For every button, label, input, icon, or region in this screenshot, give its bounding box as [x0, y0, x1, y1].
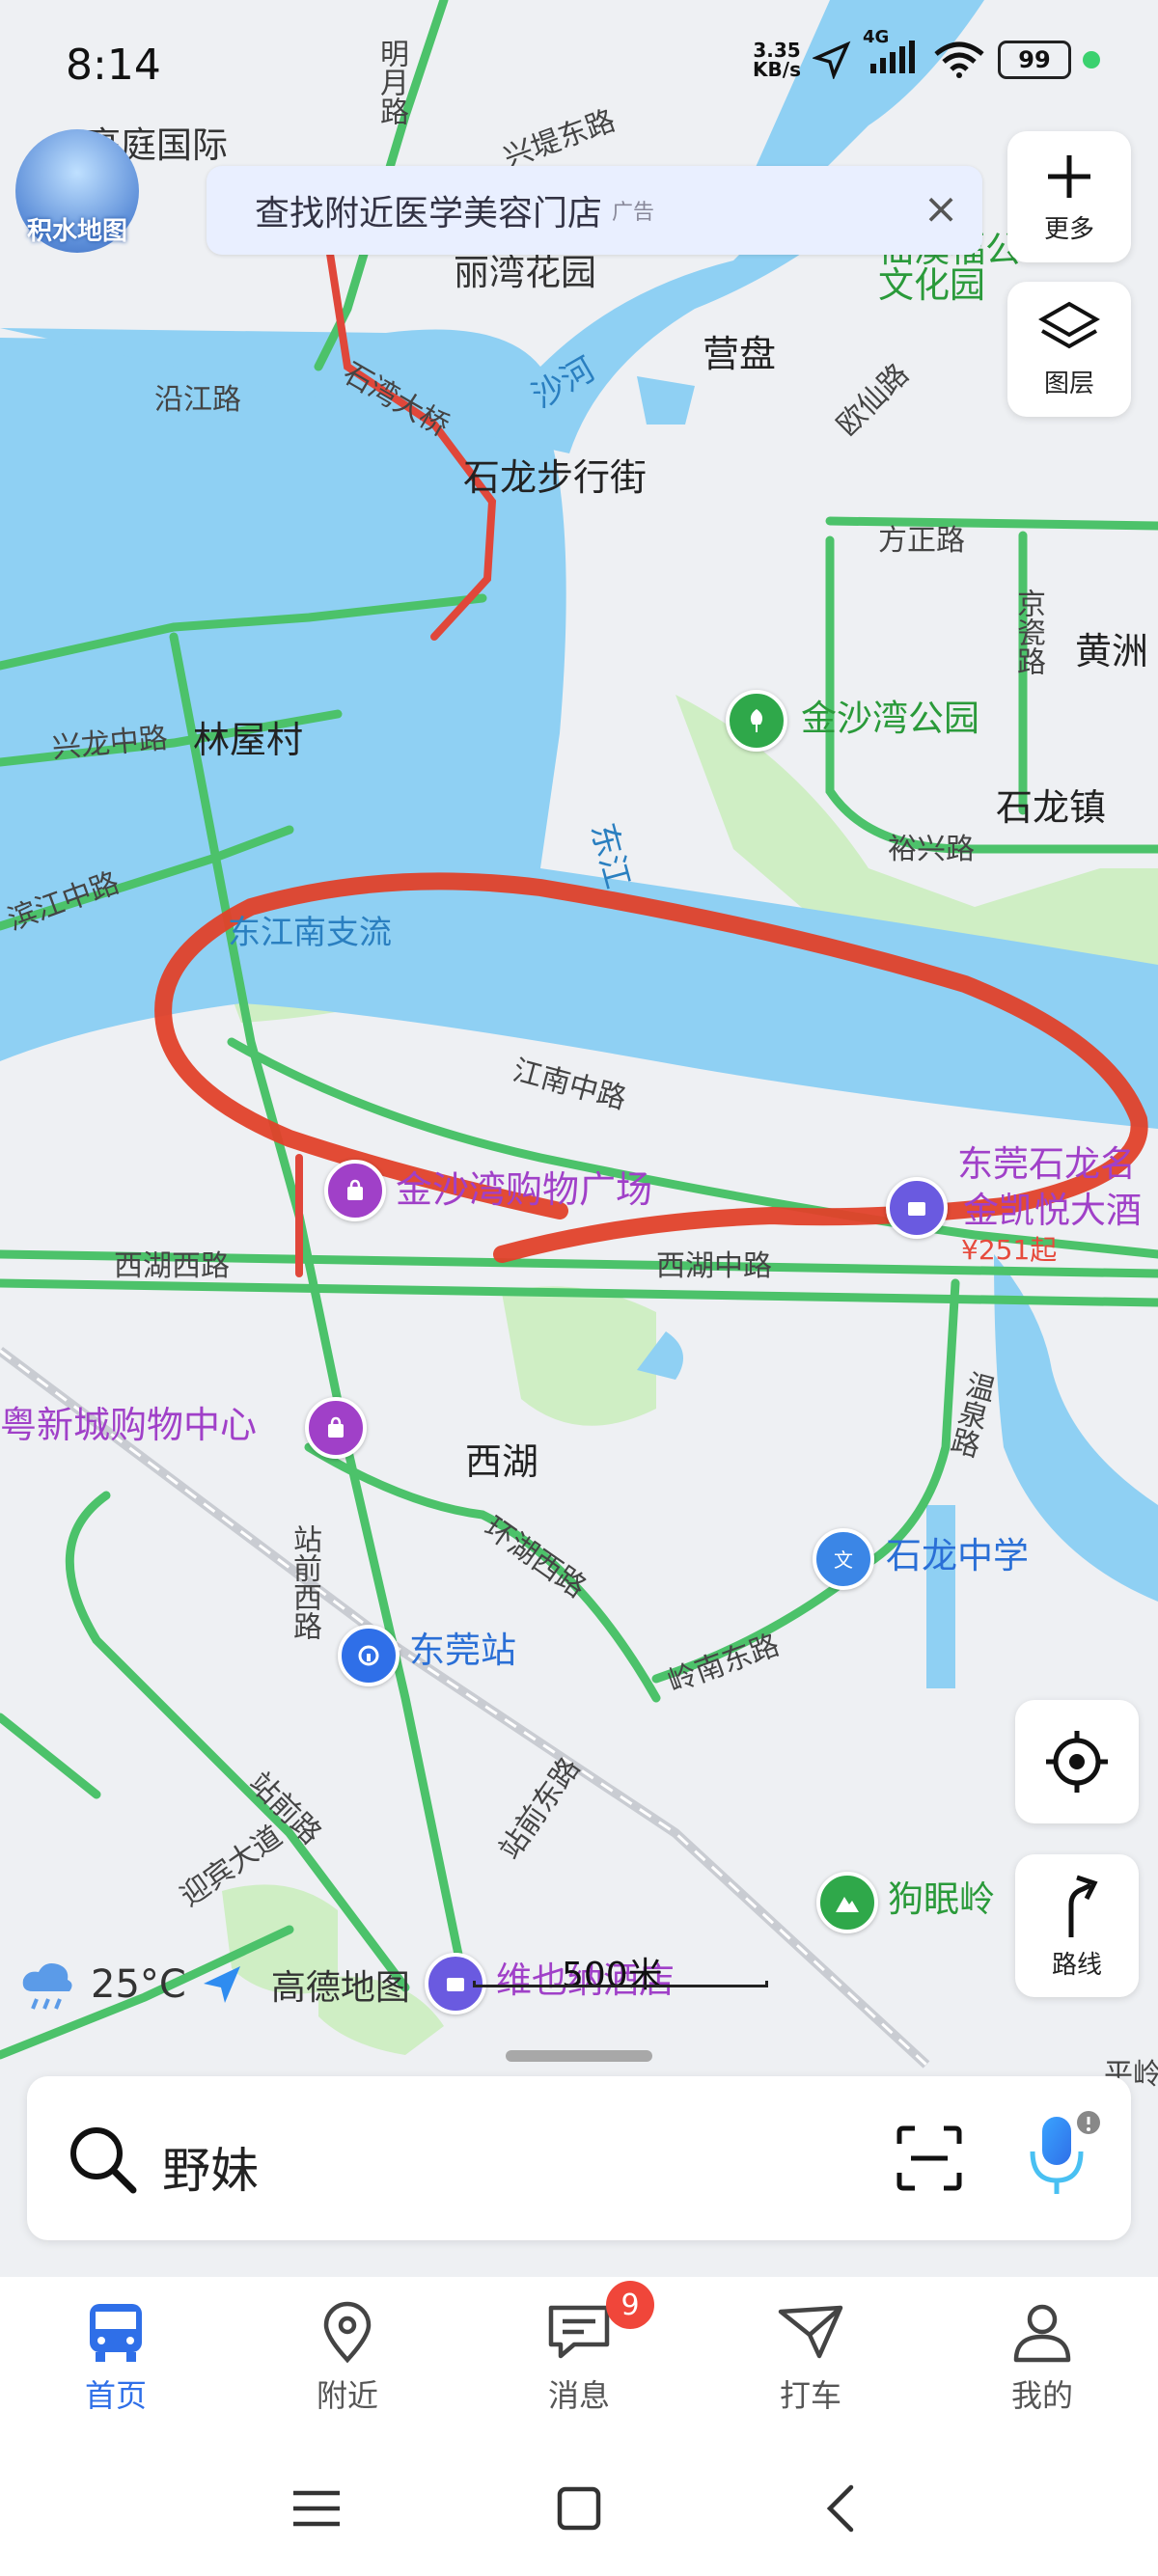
plus-icon — [1048, 154, 1090, 198]
locate-button[interactable] — [1015, 1700, 1139, 1823]
tab-home[interactable]: 首页 — [0, 2277, 232, 2431]
temperature: 25°C — [91, 1962, 186, 2007]
map-label-yuexin-mall: 粤新城购物中心 — [0, 1404, 258, 1446]
hotel-pin-icon[interactable] — [886, 1177, 948, 1239]
map-label-xihu: 西湖 — [465, 1440, 539, 1483]
map-label-jingzi-road: 京瓷路 — [1011, 589, 1045, 675]
tab-profile-label: 我的 — [1010, 2377, 1073, 2414]
location-arrow-icon — [813, 41, 851, 79]
more-button[interactable]: 更多 — [1007, 131, 1131, 262]
map-label-yanjiang-road: 沿江路 — [154, 383, 241, 417]
tab-profile[interactable]: 我的 — [926, 2277, 1158, 2431]
route-arrow-icon — [1068, 1875, 1098, 1937]
layers-label: 图层 — [1043, 369, 1094, 398]
tab-messages[interactable]: 消息 9 — [463, 2277, 695, 2431]
map-label-shilong-school: 石龙中学 — [886, 1535, 1029, 1576]
wifi-icon — [934, 41, 984, 78]
net-speed-value: 3.35 — [753, 39, 801, 62]
bottom-tab-bar: 首页 附近 消息 9 打车 我的 — [0, 2277, 1158, 2431]
map-label-fangzheng-road: 方正路 — [878, 524, 965, 558]
status-dot — [1083, 51, 1100, 69]
amap-logo-icon — [203, 1966, 240, 2003]
tab-taxi[interactable]: 打车 — [695, 2277, 926, 2431]
park-pin-icon[interactable] — [726, 690, 787, 752]
map-label-hotel-1: 东莞石龙名 — [957, 1143, 1136, 1185]
battery-icon: 99 — [998, 41, 1071, 79]
network-type: 4G — [863, 27, 890, 47]
scan-icon[interactable] — [896, 2124, 963, 2192]
map-label-zhanxi-road: 站前西路 — [288, 1524, 321, 1640]
map-label-yingpan: 营盘 — [703, 333, 777, 375]
map-label-xihu-west-road: 西湖西路 — [114, 1249, 230, 1283]
clock: 8:14 — [66, 41, 161, 90]
search-icon — [70, 2127, 137, 2194]
shopping-pin-icon[interactable] — [324, 1160, 386, 1221]
map-label-huangzhou: 黄洲 — [1075, 630, 1149, 672]
search-input[interactable]: 野妹 — [162, 2132, 259, 2202]
route-button[interactable]: 路线 — [1015, 1854, 1139, 1997]
map-canvas[interactable] — [0, 0, 1158, 2277]
tab-taxi-label: 打车 — [779, 2377, 841, 2414]
logo[interactable]: 积水地图 — [15, 129, 139, 253]
ad-tag: 广告 — [612, 201, 655, 225]
ad-text[interactable]: 查找附近医学美容门店 — [255, 185, 602, 235]
map-label-jinsha-park: 金沙湾公园 — [801, 698, 979, 739]
station-pin-icon[interactable] — [338, 1625, 400, 1686]
scale-label: 500米 — [562, 1956, 663, 1995]
map-label-jinsha-mall: 金沙湾购物广场 — [396, 1168, 653, 1211]
bus-icon — [90, 2304, 142, 2362]
voice-mic-icon[interactable] — [1021, 2109, 1108, 2202]
map-label-liwan: 丽湾花园 — [454, 252, 596, 293]
weather-widget[interactable]: 25°C 高德地图 — [19, 1959, 410, 2011]
tab-nearby[interactable]: 附近 — [232, 2277, 463, 2431]
map-label-shilong-walk: 石龙步行街 — [463, 456, 648, 499]
map-scale: 500米 — [473, 1947, 768, 1995]
route-label: 路线 — [1051, 1950, 1102, 1980]
map-label-dongguan-station: 东莞站 — [409, 1630, 516, 1671]
close-icon[interactable]: × — [919, 187, 963, 232]
map-label-hotel-2: 金凯悦大酒 — [963, 1190, 1142, 1231]
message-icon — [548, 2305, 610, 2359]
map-label-linwu: 林屋村 — [193, 719, 304, 761]
logo-text: 积水地图 — [26, 217, 127, 246]
map-label-shilong-town: 石龙镇 — [996, 786, 1107, 829]
search-card[interactable]: 野妹 — [27, 2076, 1131, 2240]
system-nav-bar — [0, 2431, 1158, 2576]
brand-label: 高德地图 — [270, 1968, 410, 2008]
school-pin-icon[interactable]: 文 — [813, 1528, 874, 1590]
layers-icon — [1038, 301, 1100, 348]
layers-button[interactable]: 图层 — [1007, 282, 1131, 417]
more-label: 更多 — [1043, 214, 1094, 244]
map-label-yuxing-road: 裕兴路 — [888, 833, 975, 866]
location-pin-icon — [323, 2301, 372, 2364]
tab-home-label: 首页 — [84, 2377, 147, 2414]
map-label-xihu-mid-road: 西湖中路 — [656, 1249, 772, 1283]
net-speed-unit: KB/s — [753, 58, 801, 81]
svg-text:文: 文 — [834, 1548, 853, 1572]
cell-signal-icon: 4G — [863, 27, 921, 81]
rain-cloud-icon — [22, 1963, 72, 2010]
unread-badge: 9 — [606, 2281, 654, 2329]
crosshair-icon — [1046, 1731, 1108, 1793]
menu-icon[interactable] — [288, 2480, 345, 2537]
drag-handle[interactable] — [506, 2050, 652, 2062]
ad-banner[interactable]: 查找附近医学美容门店 广告 × — [207, 166, 982, 255]
mountain-pin-icon[interactable] — [816, 1872, 878, 1933]
back-icon[interactable] — [813, 2480, 870, 2537]
status-bar: 8:14 3.35 KB/s 4G 99 — [0, 0, 1158, 135]
home-square-icon[interactable] — [550, 2480, 608, 2537]
taxi-icon — [778, 2305, 843, 2359]
map-label-jiangnan-branch: 东江南支流 — [228, 914, 392, 952]
scale-bar — [473, 1981, 768, 1987]
tab-nearby-label: 附近 — [316, 2377, 378, 2414]
hotel-price: ¥251起 — [961, 1234, 1058, 1266]
tab-messages-label: 消息 — [547, 2377, 610, 2414]
profile-icon — [1013, 2304, 1071, 2363]
net-speed: 3.35 KB/s — [753, 41, 801, 79]
map-label-goumian: 狗眠岭 — [888, 1878, 995, 1920]
shopping-pin-icon-2[interactable] — [305, 1397, 367, 1459]
